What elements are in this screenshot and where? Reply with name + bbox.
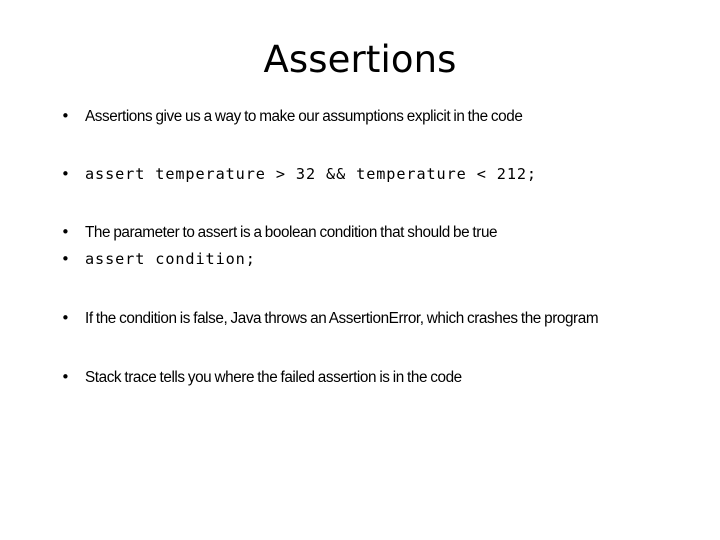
list-item-code: • assert condition; <box>56 247 664 272</box>
slide-title: Assertions <box>263 38 457 81</box>
list-item: • The parameter to assert is a boolean c… <box>56 220 664 245</box>
list-item-text: Stack trace tells you where the failed a… <box>85 369 462 386</box>
list-item-text: The parameter to assert is a boolean con… <box>85 224 498 241</box>
list-item: • Assertions give us a way to make our a… <box>56 104 664 129</box>
list-item: • If the condition is false, Java throws… <box>56 306 664 331</box>
bullet-list: • Assertions give us a way to make our a… <box>56 104 664 390</box>
bullet-dot-icon: • <box>61 309 70 327</box>
list-item-text: Assertions give us a way to make our ass… <box>85 108 523 125</box>
slide: Assertions • Assertions give us a way to… <box>0 0 720 540</box>
bullet-dot-icon: • <box>61 368 70 386</box>
list-item: • Stack trace tells you where the failed… <box>56 365 664 390</box>
code-snippet: assert condition; <box>85 250 256 268</box>
bullet-dot-icon: • <box>61 223 70 241</box>
list-item-text: If the condition is false, Java throws a… <box>85 310 599 327</box>
list-item-code: • assert temperature > 32 && temperature… <box>56 162 664 187</box>
bullet-dot-icon: • <box>61 165 71 183</box>
code-snippet: assert temperature > 32 && temperature <… <box>85 165 537 183</box>
bullet-dot-icon: • <box>61 250 71 268</box>
bullet-dot-icon: • <box>61 107 70 125</box>
